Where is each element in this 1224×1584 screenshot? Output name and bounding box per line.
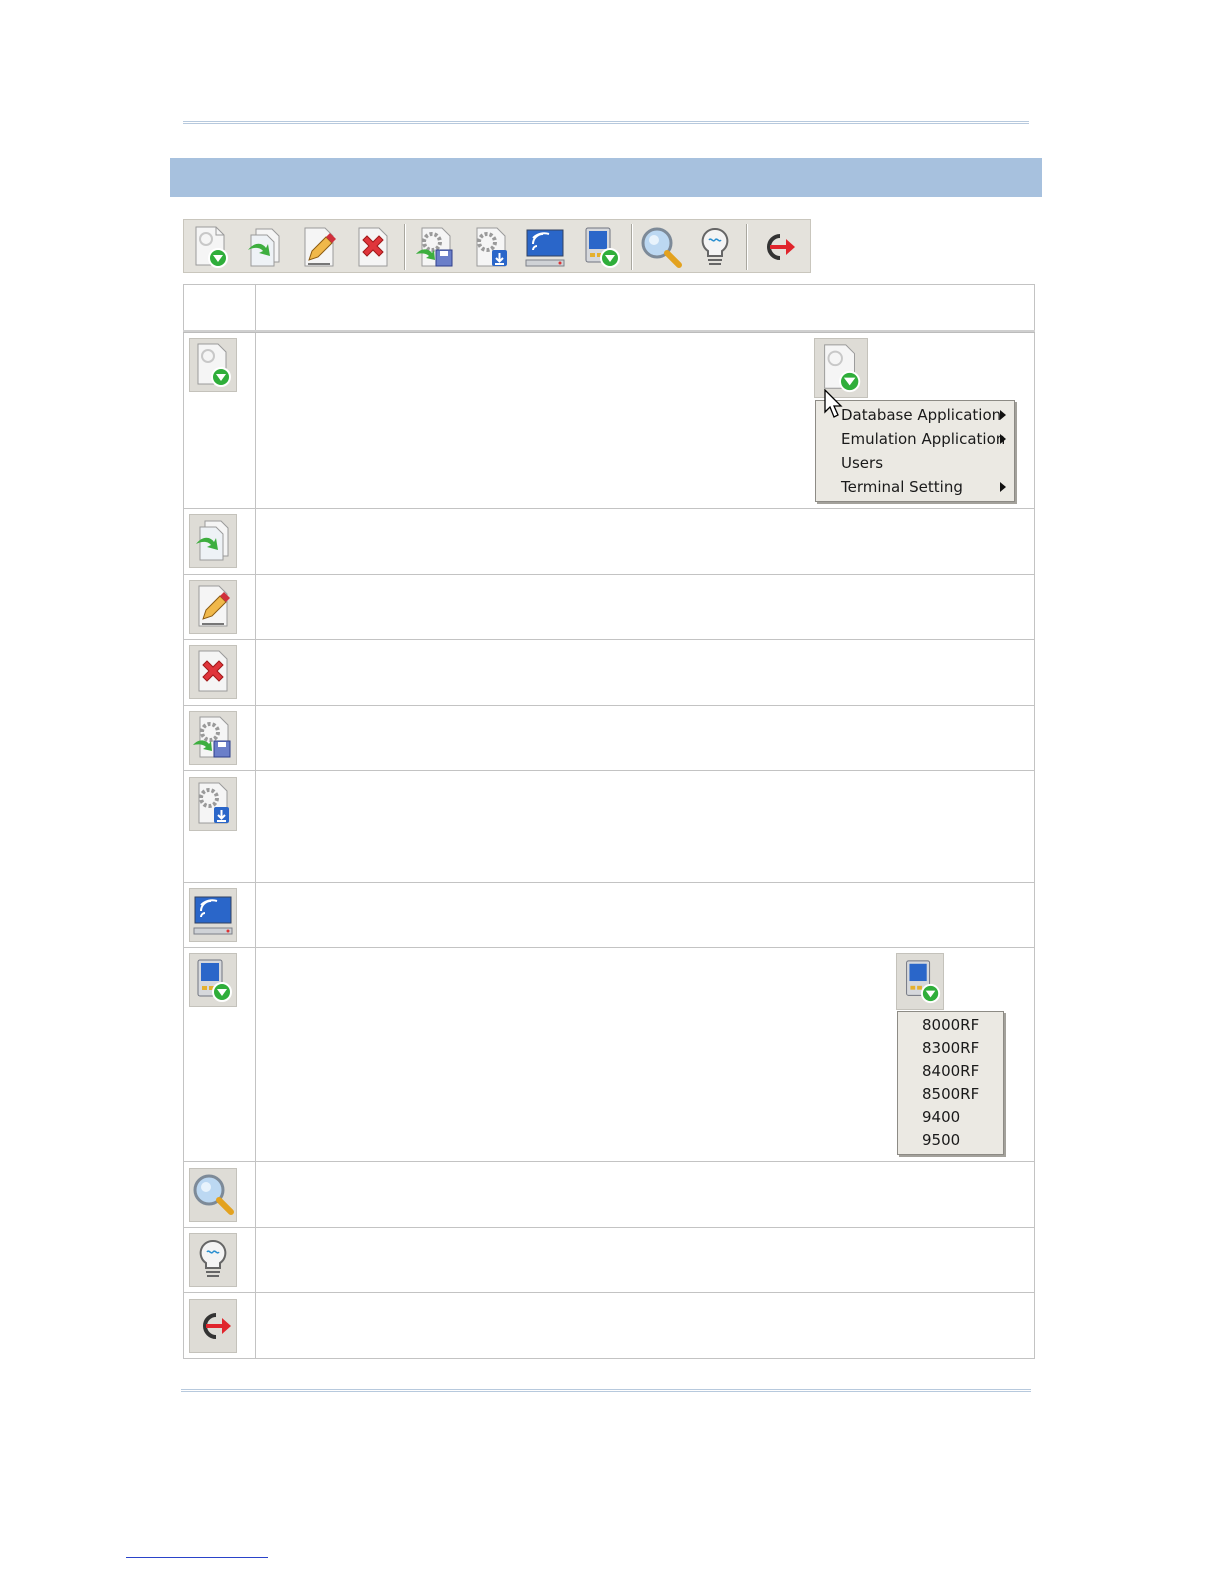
- table-row-icon-search: [189, 1168, 237, 1222]
- toolbar: [183, 219, 811, 273]
- exit-icon: [203, 1313, 231, 1339]
- mouse-cursor-icon: [824, 389, 843, 418]
- table-row-icon-save-settings: [189, 711, 237, 765]
- download-settings-icon: [476, 227, 507, 267]
- table-header-divider: [183, 330, 1035, 333]
- menu-item-users[interactable]: Users: [816, 451, 1014, 475]
- submenu-arrow-icon: [1000, 410, 1006, 420]
- table-row-icon-exit: [189, 1299, 237, 1353]
- edit-icon: [304, 227, 336, 267]
- table-row-divider: [183, 574, 1035, 575]
- menu-item-label: Emulation Application: [841, 430, 1006, 448]
- submenu-arrow-icon: [1000, 434, 1006, 444]
- table-column-divider: [255, 284, 256, 1359]
- toolbar-copy-button[interactable]: [242, 224, 288, 270]
- toolbar-edit-button[interactable]: [296, 224, 342, 270]
- table-row-icon-copy: [189, 514, 237, 568]
- new-icon: [195, 226, 228, 268]
- menu-item-label: 9400: [922, 1108, 961, 1126]
- new-icon: [197, 343, 231, 387]
- table-row-icon-delete: [189, 645, 237, 699]
- edit-icon: [198, 585, 230, 627]
- exit-icon: [767, 234, 795, 260]
- simulator-menu-button[interactable]: [896, 953, 944, 1010]
- table-row-icon-simulator: [189, 953, 237, 1007]
- menu-item-8000rf[interactable]: 8000RF: [898, 1014, 1003, 1037]
- search-icon: [193, 1174, 234, 1215]
- toolbar-save-settings-button[interactable]: [412, 224, 458, 270]
- simulator-dropdown-menu: 8000RF 8300RF 8400RF 8500RF 9400 9500: [897, 1011, 1004, 1155]
- toolbar-download-settings-button[interactable]: [468, 224, 514, 270]
- menu-item-label: Terminal Setting: [841, 478, 963, 496]
- menu-item-8500rf[interactable]: 8500RF: [898, 1083, 1003, 1106]
- menu-item-label: 8300RF: [922, 1039, 980, 1057]
- search-icon: [641, 227, 682, 268]
- table-row-divider: [183, 947, 1035, 948]
- save-settings-icon: [193, 716, 231, 758]
- toolbar-search-button[interactable]: [638, 224, 684, 270]
- download-settings-icon: [198, 782, 229, 824]
- simulator-icon: [585, 227, 620, 268]
- footer-rule: [181, 1389, 1031, 1392]
- submenu-arrow-icon: [1000, 482, 1006, 492]
- menu-item-emulation-application[interactable]: Emulation Application: [816, 427, 1014, 451]
- table-row-divider: [183, 770, 1035, 771]
- menu-item-label: 8400RF: [922, 1062, 980, 1080]
- table-row-divider: [183, 1161, 1035, 1162]
- toolbar-connect-terminal-button[interactable]: [522, 224, 568, 270]
- table-row-divider: [183, 705, 1035, 706]
- delete-icon: [198, 650, 228, 692]
- help-tips-icon: [701, 227, 729, 265]
- copy-icon: [196, 520, 229, 561]
- toolbar-simulator-button[interactable]: [578, 224, 624, 270]
- header-rule: [183, 121, 1029, 124]
- table-row-divider: [183, 882, 1035, 883]
- menu-item-label: 8000RF: [922, 1016, 980, 1034]
- simulator-icon: [906, 960, 941, 1004]
- table-row-icon-connect-terminal: [189, 888, 237, 942]
- toolbar-separator: [404, 224, 406, 270]
- connect-terminal-icon: [525, 229, 565, 267]
- menu-item-9500[interactable]: 9500: [898, 1129, 1003, 1152]
- toolbar-separator: [746, 224, 748, 270]
- menu-item-8300rf[interactable]: 8300RF: [898, 1037, 1003, 1060]
- toolbar-delete-button[interactable]: [350, 224, 396, 270]
- menu-item-label: 8500RF: [922, 1085, 980, 1103]
- toolbar-help-tips-button[interactable]: [692, 224, 738, 270]
- help-tips-icon: [199, 1239, 227, 1277]
- delete-icon: [358, 227, 388, 267]
- table-row-icon-new: [189, 338, 237, 392]
- table-row-icon-download-settings: [189, 777, 237, 831]
- table-row-divider: [183, 1227, 1035, 1228]
- menu-item-label: Users: [841, 454, 884, 472]
- menu-item-terminal-setting[interactable]: Terminal Setting: [816, 475, 1014, 499]
- section-heading-bar: [170, 158, 1042, 197]
- simulator-icon: [197, 959, 232, 1002]
- menu-item-8400rf[interactable]: 8400RF: [898, 1060, 1003, 1083]
- table-row-divider: [183, 639, 1035, 640]
- toolbar-exit-button[interactable]: [754, 224, 800, 270]
- footer-link-underline[interactable]: [126, 1557, 268, 1558]
- table-row-divider: [183, 508, 1035, 509]
- save-settings-icon: [416, 227, 453, 267]
- toolbar-new-button[interactable]: [188, 224, 234, 270]
- menu-item-database-application[interactable]: Database Application: [816, 403, 1014, 427]
- table-row-icon-help-tips: [189, 1233, 237, 1287]
- copy-icon: [248, 228, 280, 267]
- toolbar-separator: [631, 224, 633, 270]
- menu-item-label: 9500: [922, 1131, 961, 1149]
- menu-item-9400[interactable]: 9400: [898, 1106, 1003, 1129]
- menu-item-label: Database Application: [841, 406, 1002, 424]
- table-row-icon-edit: [189, 580, 237, 634]
- table-row-divider: [183, 1292, 1035, 1293]
- new-dropdown-menu: Database Application Emulation Applicati…: [815, 400, 1015, 502]
- connect-terminal-icon: [193, 896, 233, 935]
